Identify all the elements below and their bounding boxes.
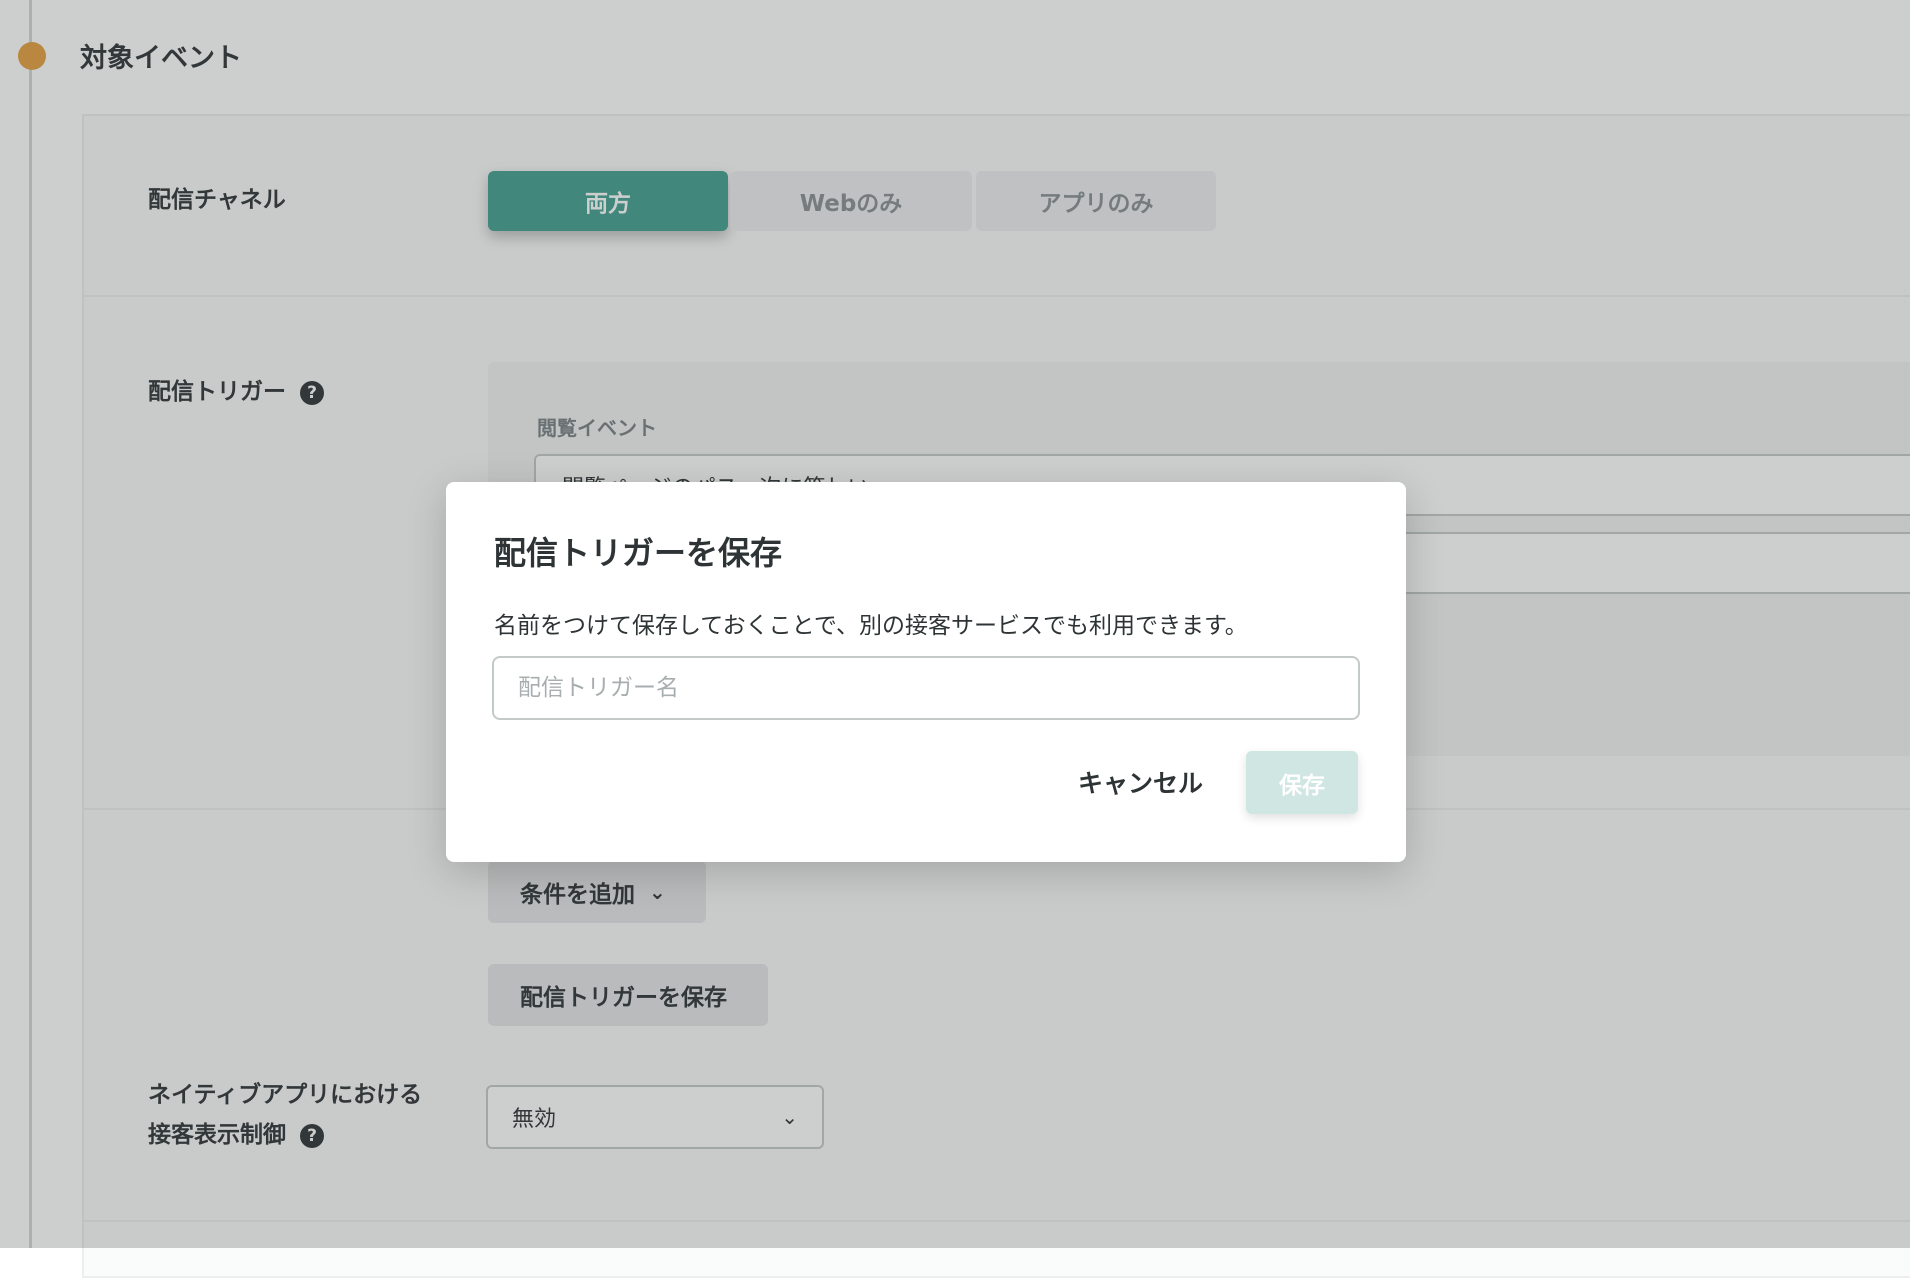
cancel-button[interactable]: キャンセル — [1078, 764, 1203, 800]
trigger-name-input[interactable] — [492, 656, 1360, 720]
dialog-description: 名前をつけて保存しておくことで、別の接客サービスでも利用できます。 — [494, 613, 1248, 639]
save-button[interactable]: 保存 — [1246, 751, 1358, 814]
dialog-title: 配信トリガーを保存 — [494, 534, 783, 572]
